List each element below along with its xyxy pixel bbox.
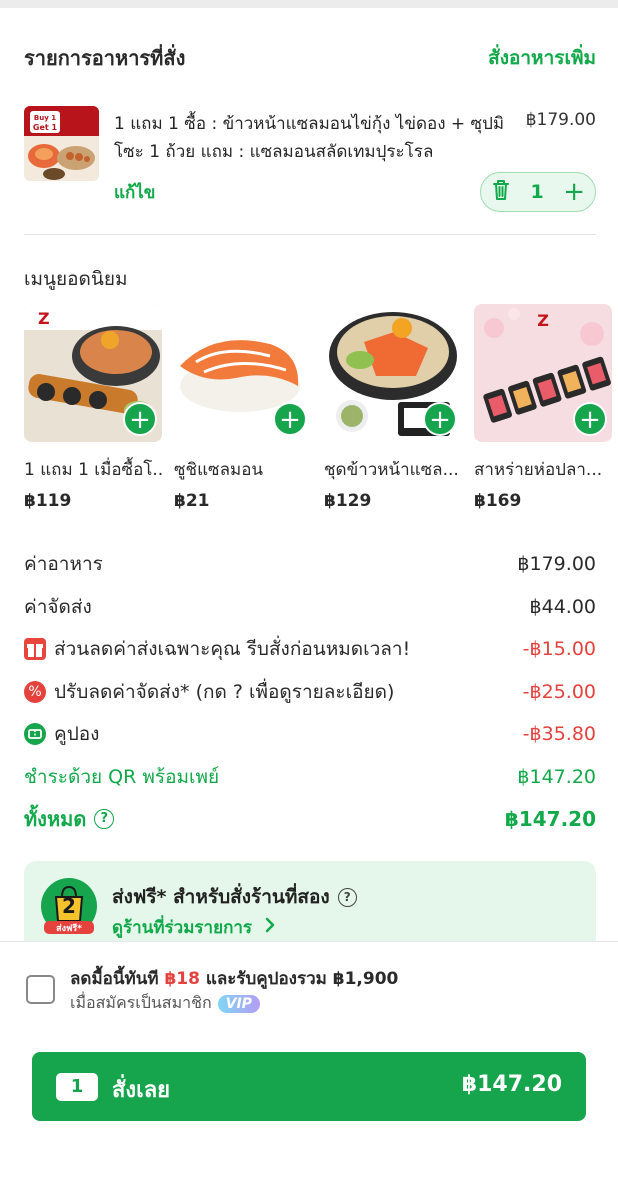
place-order-label: สั่งเลย [112,1078,171,1103]
free-delivery-promo[interactable]: 2 ส่งฟรี* ส่งฟรี* สำหรับสั่งร้านที่สอง ?… [24,861,596,941]
total-label: ทั้งหมด [24,807,87,832]
svg-text:Z: Z [537,311,549,330]
membership-discount: ฿18 [164,969,200,989]
cart-item-name: 1 แถม 1 ซื้อ : ข้าวหน้าแซลมอนไข่กุ้ง ไข่… [114,114,505,162]
chevron-right-icon [264,917,276,938]
membership-offer-prefix: ลดมื้อนี้ทันที [70,969,165,989]
section-divider [24,234,596,235]
cart-item: Buy 1 Get 1 1 แถม 1 ซื้อ : ข้าวหน้าแซลมอ… [24,106,596,216]
popular-item-image: + [174,304,312,442]
free-delivery-badge-icon: 2 ส่งฟรี* [40,877,98,935]
add-to-cart-button[interactable]: + [123,402,157,436]
membership-subtext: เมื่อสมัครเป็นสมาชิก VIP [70,991,260,1016]
popular-item-price: ฿129 [324,491,372,511]
percent-icon: % [24,680,46,703]
food-cost-row: ค่าอาหาร ฿179.00 [24,543,596,586]
popular-item-name: สาหร่ายห่อปลา... [474,460,603,480]
popular-item-image: + [324,304,462,442]
special-discount-value: -฿15.00 [522,638,596,661]
promo-title-text: ส่งฟรี* สำหรับสั่งร้านที่สอง [112,886,330,908]
popular-item[interactable]: Z + 1 แถม 1 เมื่อซื้อโ... ฿119 [24,304,162,511]
promo-stores-link-text: ดูร้านที่ร่วมรายการ [112,918,253,938]
add-more-food-link[interactable]: สั่งอาหารเพิ่ม [488,43,596,73]
checkout-footer: ลดมื้อนี้ทันที ฿18 และรับคูปองรวม ฿1,900… [0,941,618,1199]
svg-text:Buy 1: Buy 1 [34,114,56,122]
add-to-cart-button[interactable]: + [573,402,607,436]
coupon-icon [24,723,46,746]
trash-icon[interactable] [491,179,511,205]
popular-item-image: Z + [474,304,612,442]
order-section-header: รายการอาหารที่สั่ง สั่งอาหารเพิ่ม [24,42,596,74]
order-total-amount: ฿147.20 [461,1072,562,1097]
special-discount-label: ส่วนลดค่าส่งเฉพาะคุณ รีบสั่งก่อนหมดเวลา! [54,638,411,661]
special-discount-row: ส่วนลดค่าส่งเฉพาะคุณ รีบสั่งก่อนหมดเวลา!… [24,628,596,671]
cart-item-price: ฿179.00 [525,110,596,130]
popular-item-price: ฿21 [174,491,210,511]
top-status-strip [0,0,618,8]
cart-item-image: Buy 1 Get 1 [24,106,99,181]
payment-method-value: ฿147.20 [517,765,596,788]
total-value: ฿147.20 [504,807,596,832]
total-row: ทั้งหมด ? ฿147.20 [24,798,596,841]
popular-item-name: 1 แถม 1 เมื่อซื้อโ... [24,460,162,480]
popular-menu-title: เมนูยอดนิยม [24,268,128,290]
place-order-button[interactable]: 1 สั่งเลย ฿147.20 [32,1052,586,1121]
promo-title: ส่งฟรี* สำหรับสั่งร้านที่สอง ? [112,882,357,912]
quantity-value: 1 [530,181,544,203]
payment-method-row[interactable]: ชำระด้วย QR พร้อมเพย์ ฿147.20 [24,756,596,799]
svg-text:Get 1: Get 1 [33,123,58,132]
order-section-title: รายการอาหารที่สั่ง [24,46,186,70]
quantity-stepper: 1 + [480,172,596,212]
delivery-fee-row: ค่าจัดส่ง ฿44.00 [24,586,596,629]
free-delivery-badge-number: 2 [62,894,76,918]
add-to-cart-button[interactable]: + [423,402,457,436]
svg-text:Z: Z [38,309,50,328]
coupon-label: คูปอง [54,723,100,746]
vip-badge: VIP [217,994,260,1013]
delivery-fee-value: ฿44.00 [529,595,596,618]
coupon-value: -฿35.80 [522,723,596,746]
food-cost-label: ค่าอาหาร [24,553,103,576]
promo-stores-link[interactable]: ดูร้านที่ร่วมรายการ [112,914,276,941]
membership-offer-suffix: และรับคูปองรวม ฿1,900 [199,969,399,989]
popular-menu-list: Z + 1 แถม 1 เมื่อซื้อโ... ฿119 + ซูชิแซล… [24,304,618,514]
popular-item-name: ซูชิแซลมอน [174,460,264,480]
edit-item-link[interactable]: แก้ไข [114,179,155,206]
coupon-row[interactable]: คูปอง -฿35.80 [24,713,596,756]
delivery-fee-label: ค่าจัดส่ง [24,595,92,618]
plus-icon[interactable]: + [563,179,585,205]
membership-subtext-label: เมื่อสมัครเป็นสมาชิก [70,993,212,1012]
food-cost-value: ฿179.00 [517,553,596,576]
popular-item-price: ฿169 [474,491,522,511]
delivery-adjust-value: -฿25.00 [522,680,596,703]
gift-icon [24,638,46,661]
popular-item[interactable]: Z + สาหร่ายห่อปลา... ฿169 [474,304,612,511]
popular-item[interactable]: + ซูชิแซลมอน ฿21 [174,304,312,511]
popular-item-name: ชุดข้าวหน้าแซล... [324,460,459,480]
add-to-cart-button[interactable]: + [273,402,307,436]
popular-item-price: ฿119 [24,491,72,511]
help-icon[interactable]: ? [337,887,357,907]
help-icon[interactable]: ? [94,809,115,830]
popular-item[interactable]: + ชุดข้าวหน้าแซล... ฿129 [324,304,462,511]
membership-offer-text: ลดมื้อนี้ทันที ฿18 และรับคูปองรวม ฿1,900 [70,965,398,992]
membership-checkbox[interactable] [26,975,55,1004]
delivery-adjust-label: ปรับลดค่าจัดส่ง* (กด ? เพื่อดูรายละเอียด… [54,680,395,703]
payment-method-label: ชำระด้วย QR พร้อมเพย์ [24,765,220,788]
popular-item-image: Z + [24,304,162,442]
delivery-adjust-row[interactable]: % ปรับลดค่าจัดส่ง* (กด ? เพื่อดูรายละเอี… [24,671,596,714]
order-item-count: 1 [56,1073,98,1101]
price-summary: ค่าอาหาร ฿179.00 ค่าจัดส่ง ฿44.00 ส่วนลด… [24,543,596,841]
free-delivery-badge-text: ส่งฟรี* [56,924,82,934]
